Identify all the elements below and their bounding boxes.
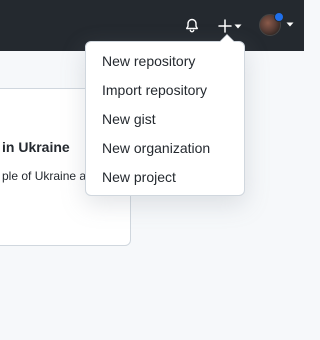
- card-title: in Ukraine: [2, 139, 70, 155]
- caret-down-icon: [234, 24, 242, 29]
- card-text: ple of Ukraine a: [2, 169, 87, 183]
- plus-icon: [218, 19, 232, 33]
- menu-item-new-repository[interactable]: New repository: [86, 47, 244, 76]
- bell-icon: [186, 18, 198, 33]
- create-new-dropdown: New repository Import repository New gis…: [85, 34, 245, 196]
- menu-item-new-gist[interactable]: New gist: [86, 105, 244, 134]
- dropdown-caret-fill: [220, 35, 234, 42]
- menu-item-import-repository[interactable]: Import repository: [86, 76, 244, 105]
- caret-down-icon: [286, 22, 294, 27]
- menu-item-new-organization[interactable]: New organization: [86, 134, 244, 163]
- status-dot-icon: [274, 12, 284, 22]
- menu-item-new-project[interactable]: New project: [86, 163, 244, 192]
- notifications-button[interactable]: [181, 15, 203, 37]
- dropdown-menu-list: New repository Import repository New gis…: [86, 47, 244, 192]
- user-menu-button[interactable]: [256, 12, 298, 38]
